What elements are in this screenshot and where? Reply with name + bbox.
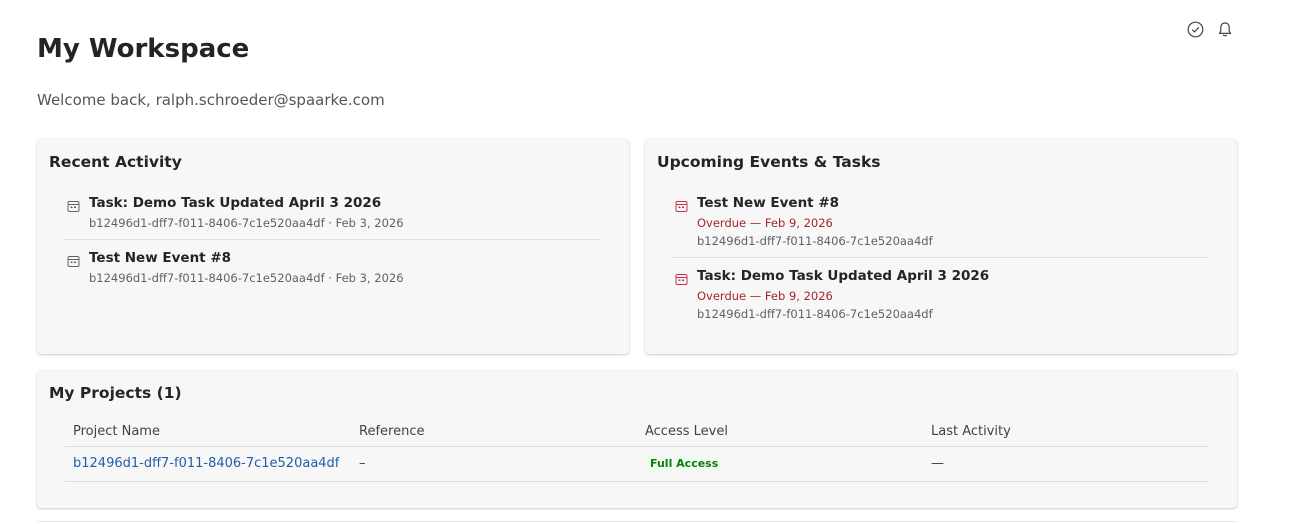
divider [673,257,1209,258]
event-title: Task: Demo Task Updated April 3 2026 [697,268,990,284]
table-row[interactable]: b12496d1-dff7-f011-8406-7c1e520aa4df – F… [65,446,1209,482]
activity-title: Task: Demo Task Updated April 3 2026 [89,195,382,211]
welcome-text: Welcome back, ralph.schroeder@spaarke.co… [37,91,385,109]
access-badge: Full Access [645,455,724,472]
my-projects-card: My Projects (1) Project Name Reference A… [37,370,1237,508]
activity-meta: b12496d1-dff7-f011-8406-7c1e520aa4df · F… [89,216,404,230]
card-title: Recent Activity [49,153,182,171]
page-title: My Workspace [37,34,250,64]
activity-meta: b12496d1-dff7-f011-8406-7c1e520aa4df · F… [89,271,404,285]
column-header-project-name[interactable]: Project Name [65,418,351,447]
event-reference: b12496d1-dff7-f011-8406-7c1e520aa4df [697,234,933,248]
activity-title: Test New Event #8 [89,250,232,266]
activity-item[interactable]: Test New Event #8 b12496d1-dff7-f011-840… [65,250,601,290]
card-title: Upcoming Events & Tasks [657,153,881,171]
check-circle-icon[interactable] [1186,20,1204,38]
table-header-row: Project Name Reference Access Level Last… [65,418,1209,447]
column-header-access-level[interactable]: Access Level [637,418,923,447]
projects-table: Project Name Reference Access Level Last… [65,418,1209,482]
event-item[interactable]: Test New Event #8 Overdue — Feb 9, 2026 … [673,195,1209,251]
calendar-icon [67,253,80,267]
event-title: Test New Event #8 [697,195,840,211]
divider [65,239,601,240]
project-link[interactable]: b12496d1-dff7-f011-8406-7c1e520aa4df [73,456,339,471]
calendar-icon [675,198,688,212]
bell-icon[interactable] [1216,20,1234,38]
project-reference: – [351,446,637,482]
upcoming-events-card: Upcoming Events & Tasks Test New Event #… [645,139,1237,354]
recent-activity-card: Recent Activity Task: Demo Task Updated … [37,139,629,354]
card-title: My Projects (1) [49,384,182,402]
project-last-activity: — [923,446,1209,482]
overdue-label: Overdue — Feb 9, 2026 [697,216,833,230]
column-header-last-activity[interactable]: Last Activity [923,418,1209,447]
column-header-reference[interactable]: Reference [351,418,637,447]
calendar-icon [675,271,688,285]
calendar-icon [67,198,80,212]
top-icons [1186,20,1234,38]
event-item[interactable]: Task: Demo Task Updated April 3 2026 Ove… [673,268,1209,324]
overdue-label: Overdue — Feb 9, 2026 [697,289,833,303]
event-reference: b12496d1-dff7-f011-8406-7c1e520aa4df [697,307,933,321]
divider [37,521,1237,522]
activity-item[interactable]: Task: Demo Task Updated April 3 2026 b12… [65,195,601,235]
